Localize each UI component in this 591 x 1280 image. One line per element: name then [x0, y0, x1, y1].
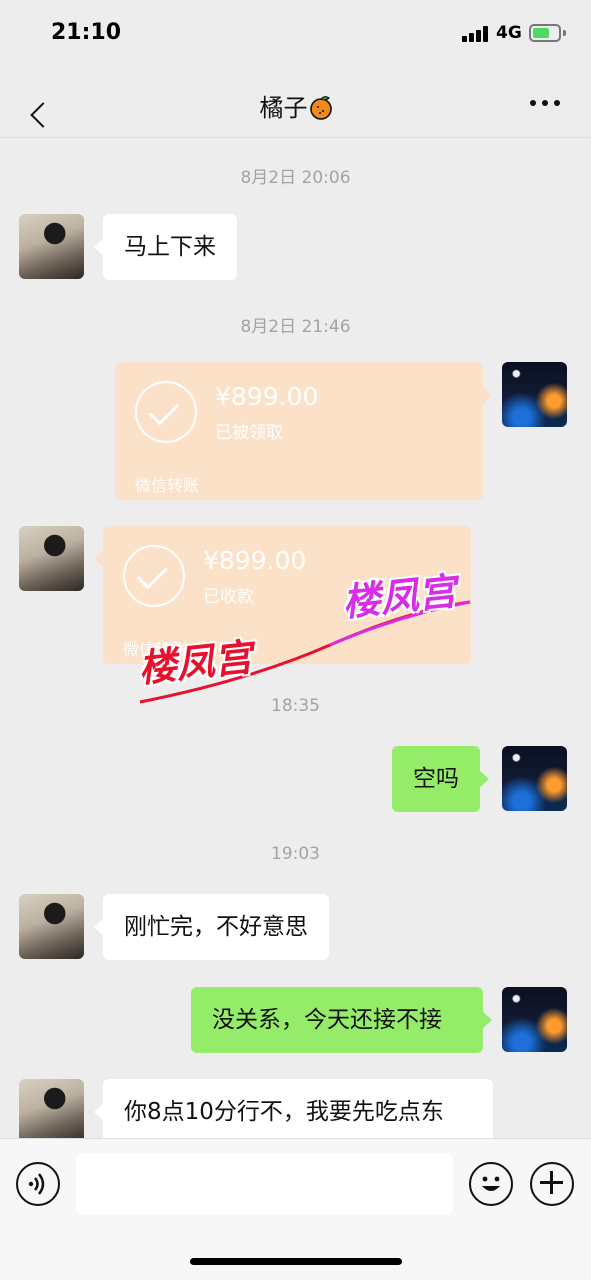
message-bubble[interactable]: 空吗: [392, 746, 489, 812]
chat-title-text: 橘子: [259, 94, 308, 122]
message-bubble[interactable]: 马上下来: [94, 214, 237, 280]
timestamp: 8月2日 21:46: [240, 317, 351, 337]
message-bubble[interactable]: 你8点10分行不，我要先吃点东: [94, 1079, 493, 1145]
timestamp: 8月2日 20:06: [240, 168, 351, 188]
battery-icon: [529, 24, 561, 42]
check-icon: [135, 381, 197, 443]
home-indicator: [190, 1258, 402, 1265]
transfer-status: 已被领取: [215, 423, 283, 443]
orange-icon: [308, 94, 332, 120]
battery-tip: [563, 30, 566, 36]
plus-icon[interactable]: [530, 1162, 574, 1206]
contact-avatar[interactable]: [19, 214, 84, 279]
status-bar: 21:10 4G: [0, 0, 591, 66]
emoji-icon[interactable]: [469, 1162, 513, 1206]
timestamp: 19:03: [271, 844, 320, 864]
contact-avatar[interactable]: [19, 894, 84, 959]
timestamp: 18:35: [271, 696, 320, 716]
chat-title: 橘子: [0, 88, 591, 123]
message-bubble[interactable]: 刚忙完，不好意思: [94, 894, 329, 960]
my-avatar[interactable]: [502, 746, 567, 811]
status-time: 21:10: [51, 20, 122, 45]
transfer-card[interactable]: ¥899.00 已被领取 微信转账: [115, 362, 492, 500]
transfer-amount: ¥899.00: [215, 382, 319, 411]
more-icon[interactable]: [528, 98, 562, 108]
signal-icon: [462, 26, 490, 42]
my-avatar[interactable]: [502, 362, 567, 427]
contact-avatar[interactable]: [19, 1079, 84, 1144]
message-input[interactable]: [76, 1153, 453, 1215]
my-avatar[interactable]: [502, 987, 567, 1052]
contact-avatar[interactable]: [19, 526, 84, 591]
chat-header: 橘子: [0, 66, 591, 138]
message-bubble[interactable]: 没关系，今天还接不接: [191, 987, 492, 1053]
voice-icon[interactable]: [16, 1162, 60, 1206]
transfer-label: 微信转账: [135, 476, 200, 495]
network-type: 4G: [496, 23, 522, 43]
